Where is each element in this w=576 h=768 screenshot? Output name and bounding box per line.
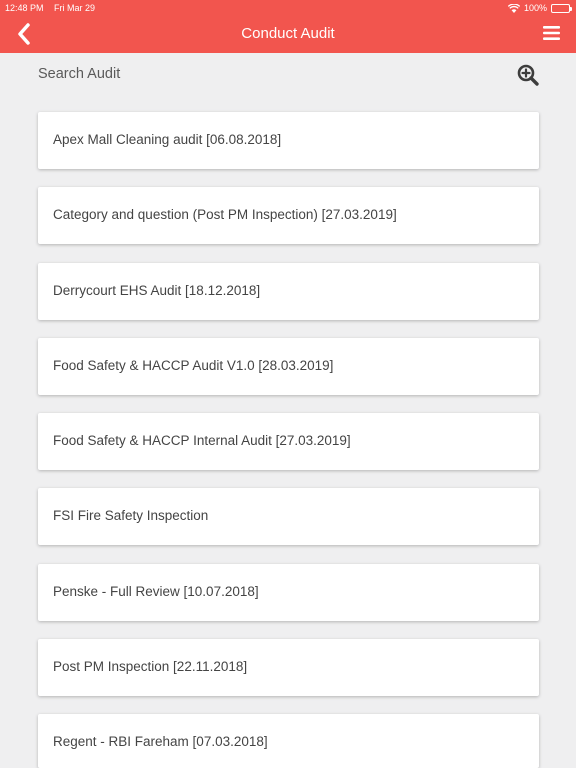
audit-item-label: FSI Fire Safety Inspection (53, 508, 209, 523)
audit-item[interactable]: FSI Fire Safety Inspection (38, 488, 539, 545)
top-bar: 12:48 PM Fri Mar 29 100% Conduct Audit (0, 0, 576, 53)
nav-bar: Conduct Audit (0, 16, 576, 53)
battery-percent: 100% (523, 3, 547, 13)
audit-item-label: Post PM Inspection [22.11.2018] (53, 659, 248, 674)
battery-icon (551, 3, 572, 13)
status-date: Fri Mar 29 (54, 3, 96, 13)
search-row: Search Audit (0, 53, 576, 97)
audit-item[interactable]: Food Safety & HACCP Audit V1.0 [28.03.20… (38, 338, 539, 395)
zoom-in-icon[interactable] (516, 63, 540, 87)
audit-item[interactable]: Food Safety & HACCP Internal Audit [27.0… (38, 413, 539, 470)
search-label[interactable]: Search Audit (38, 66, 120, 82)
audit-item-label: Penske - Full Review [10.07.2018] (53, 584, 259, 599)
status-time: 12:48 PM (5, 3, 44, 13)
status-bar: 12:48 PM Fri Mar 29 100% (0, 0, 576, 16)
audit-item[interactable]: Regent - RBI Fareham [07.03.2018] (38, 714, 539, 768)
audit-item[interactable]: Derrycourt EHS Audit [18.12.2018] (38, 263, 539, 320)
audit-item-label: Derrycourt EHS Audit [18.12.2018] (53, 283, 261, 298)
audit-item[interactable]: Penske - Full Review [10.07.2018] (38, 564, 539, 621)
wifi-icon (507, 3, 520, 13)
audit-item-label: Regent - RBI Fareham [07.03.2018] (53, 734, 268, 749)
hamburger-menu-icon[interactable] (542, 24, 562, 42)
audit-item[interactable]: Apex Mall Cleaning audit [06.08.2018] (38, 112, 539, 169)
audit-item[interactable]: Category and question (Post PM Inspectio… (38, 187, 539, 244)
audit-item-label: Food Safety & HACCP Internal Audit [27.0… (53, 433, 351, 448)
status-right: 100% (507, 0, 572, 16)
page-title: Conduct Audit (241, 25, 335, 42)
audit-item-label: Food Safety & HACCP Audit V1.0 [28.03.20… (53, 358, 334, 373)
audit-item[interactable]: Post PM Inspection [22.11.2018] (38, 639, 539, 696)
audit-item-label: Apex Mall Cleaning audit [06.08.2018] (53, 132, 282, 147)
audit-item-label: Category and question (Post PM Inspectio… (53, 207, 397, 222)
